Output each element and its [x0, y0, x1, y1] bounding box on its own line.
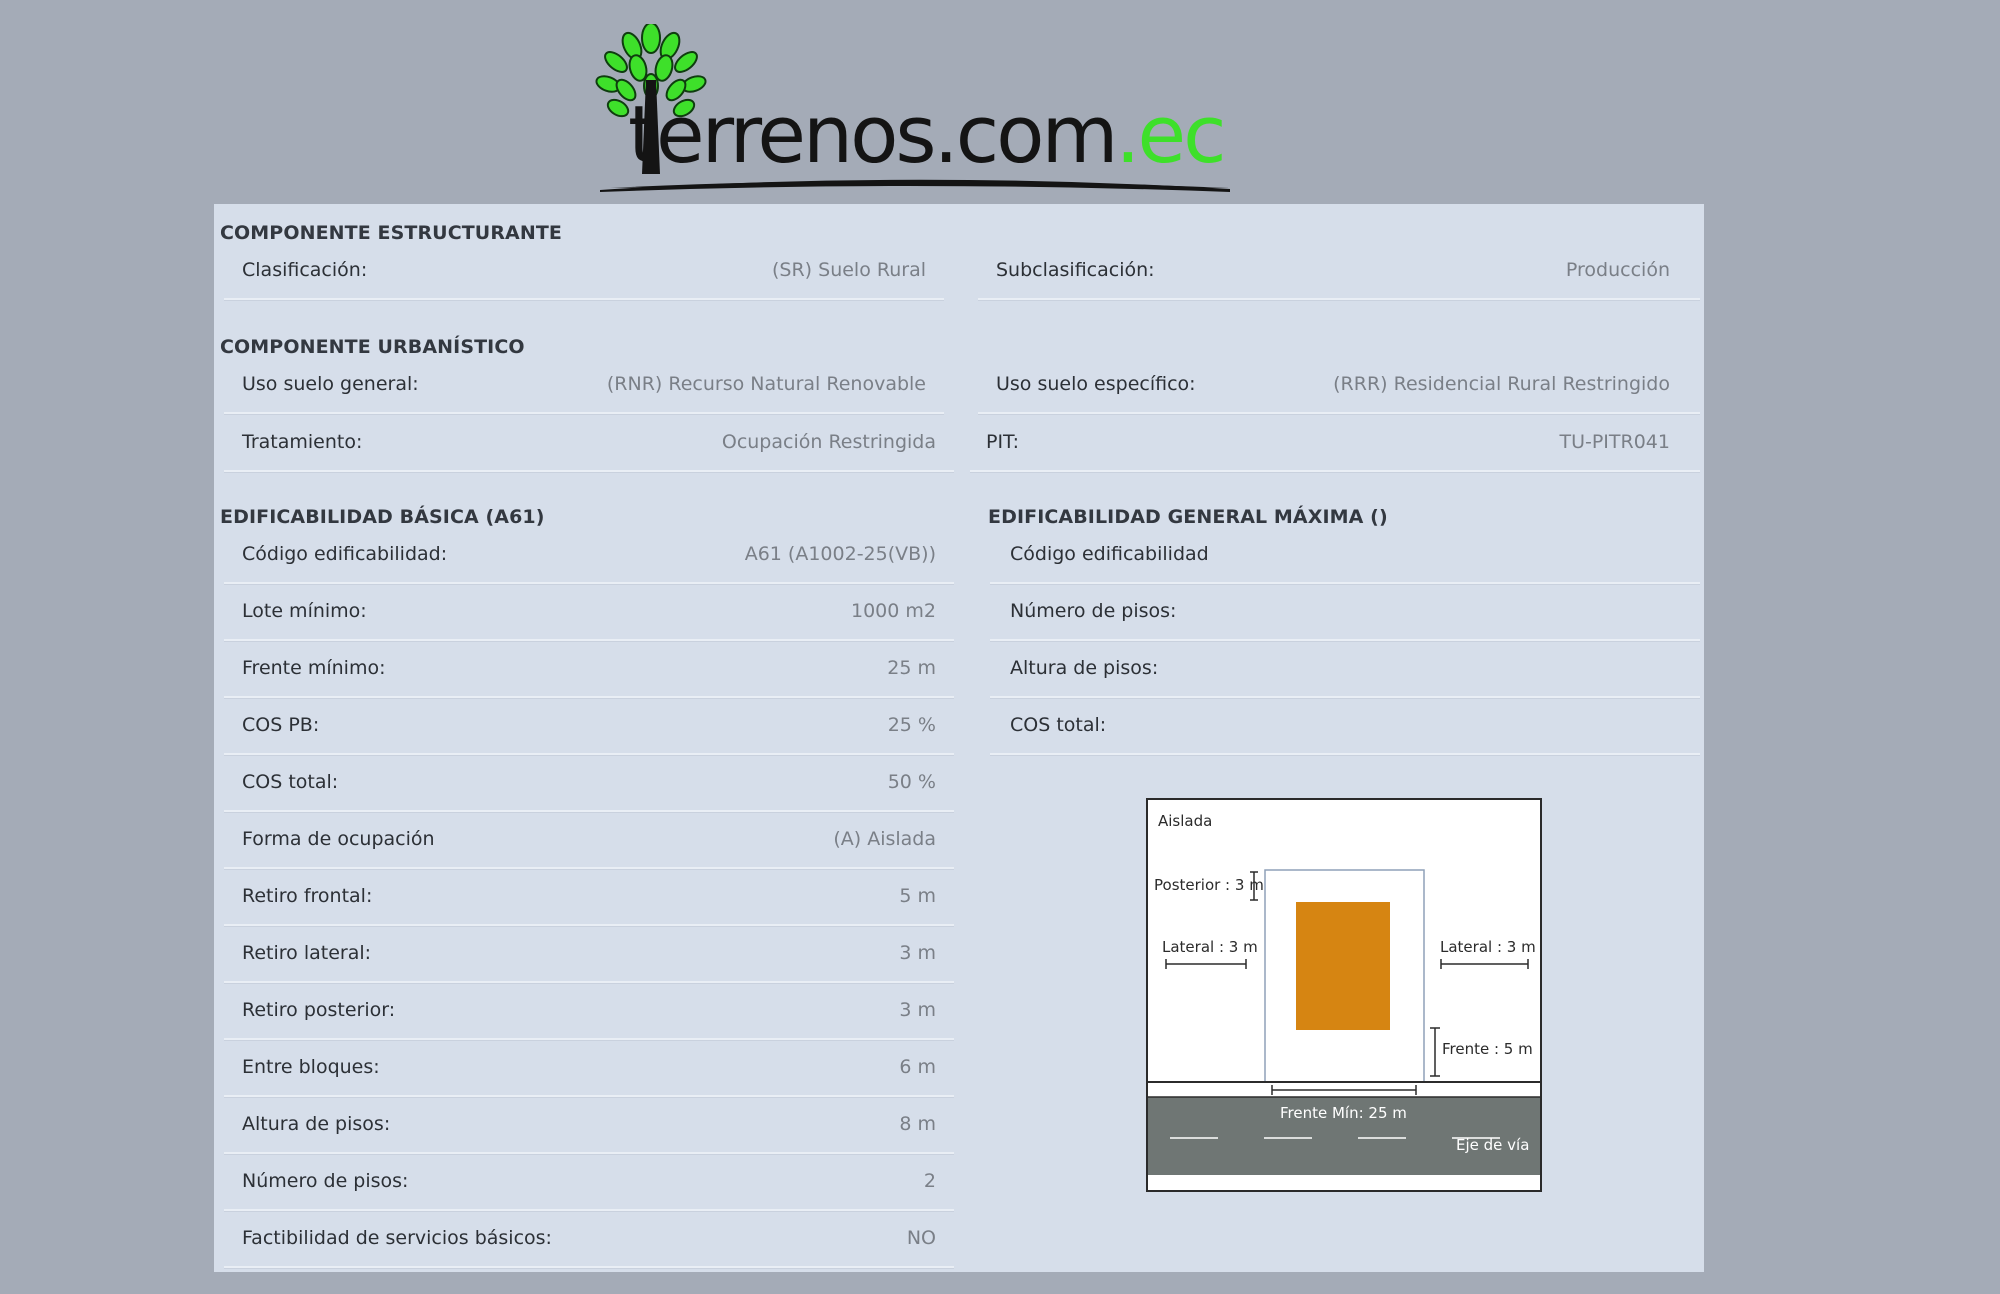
label-basica: Retiro posterior:: [242, 999, 396, 1021]
value-basica: 3 m: [899, 999, 936, 1021]
label-maxima: COS total:: [1010, 714, 1107, 736]
row-basica: Forma de ocupación (A) Aislada: [224, 811, 954, 869]
section-title-urbanistico: COMPONENTE URBANÍSTICO: [220, 336, 525, 358]
value-basica: A61 (A1002-25(VB)): [744, 543, 936, 565]
row-maxima: Número de pisos:: [990, 583, 1700, 641]
value-basica: (A) Aislada: [833, 828, 936, 850]
label-subclasificacion: Subclasificación:: [996, 259, 1155, 281]
row-tratamiento: Tratamiento: Ocupación Restringida: [224, 414, 954, 472]
label-basica: Forma de ocupación: [242, 828, 435, 850]
label-basica: Frente mínimo:: [242, 657, 386, 679]
label-basica: COS total:: [242, 771, 339, 793]
value-uso-general: (RNR) Recurso Natural Renovable: [606, 373, 926, 395]
row-basica: Retiro frontal: 5 m: [224, 868, 954, 926]
value-basica: 6 m: [899, 1056, 936, 1078]
terrenos-logo[interactable]: terrenos.com.ec: [590, 24, 1230, 196]
eje-via-label: Eje de vía: [1456, 1136, 1530, 1154]
value-clasificacion: (SR) Suelo Rural: [772, 259, 926, 281]
row-uso-general: Uso suelo general: (RNR) Recurso Natural…: [224, 356, 944, 414]
row-basica: Código edificabilidad: A61 (A1002-25(VB)…: [224, 526, 954, 584]
value-uso-especifico: (RRR) Residencial Rural Restringido: [1333, 373, 1670, 395]
value-basica: NO: [906, 1227, 936, 1249]
row-basica: COS total: 50 %: [224, 754, 954, 812]
building-footprint: [1296, 902, 1390, 1030]
zoning-info-panel: COMPONENTE ESTRUCTURANTE Clasificación: …: [214, 204, 1704, 1272]
label-tratamiento: Tratamiento:: [242, 431, 363, 453]
label-basica: COS PB:: [242, 714, 320, 736]
label-basica: Factibilidad de servicios básicos:: [242, 1227, 552, 1249]
value-basica: 25 m: [887, 657, 936, 679]
label-basica: Entre bloques:: [242, 1056, 380, 1078]
frente-min-dimension: [1271, 1085, 1417, 1095]
row-basica: Factibilidad de servicios básicos: NO: [224, 1210, 954, 1268]
row-maxima: Altura de pisos:: [990, 640, 1700, 698]
label-basica: Número de pisos:: [242, 1170, 409, 1192]
section-title-estructurante: COMPONENTE ESTRUCTURANTE: [220, 222, 563, 244]
row-clasificacion: Clasificación: (SR) Suelo Rural: [224, 242, 944, 300]
value-basica: 1000 m2: [851, 600, 936, 622]
value-tratamiento: Ocupación Restringida: [721, 431, 936, 453]
row-basica: Número de pisos: 2: [224, 1153, 954, 1211]
lateral-left-label: Lateral : 3 m: [1162, 938, 1258, 956]
label-uso-general: Uso suelo general:: [242, 373, 419, 395]
value-basica: 8 m: [899, 1113, 936, 1135]
label-maxima: Código edificabilidad: [1010, 543, 1209, 565]
label-clasificacion: Clasificación:: [242, 259, 368, 281]
row-maxima: COS total:: [990, 697, 1700, 755]
label-basica: Código edificabilidad:: [242, 543, 448, 565]
frente-min-label: Frente Mín: 25 m: [1280, 1104, 1407, 1122]
label-basica: Retiro lateral:: [242, 942, 372, 964]
row-pit: PIT: TU-PITR041: [970, 414, 1700, 472]
lateral-left-dimension: [1165, 959, 1247, 969]
label-basica: Altura de pisos:: [242, 1113, 391, 1135]
lateral-right-dimension: [1440, 959, 1529, 969]
logo-text-tld: .ec: [1115, 89, 1226, 181]
section-title-maxima: EDIFICABILIDAD GENERAL MÁXIMA (): [988, 506, 1388, 528]
frente-label: Frente : 5 m: [1442, 1040, 1533, 1058]
row-basica: Retiro lateral: 3 m: [224, 925, 954, 983]
row-basica: Frente mínimo: 25 m: [224, 640, 954, 698]
label-pit: PIT:: [986, 431, 1019, 453]
setback-drawing: [1148, 869, 1540, 1175]
row-basica: Retiro posterior: 3 m: [224, 982, 954, 1040]
value-pit: TU-PITR041: [1559, 431, 1670, 453]
value-basica: 5 m: [899, 885, 936, 907]
label-basica: Retiro frontal:: [242, 885, 373, 907]
value-basica: 3 m: [899, 942, 936, 964]
lateral-right-label: Lateral : 3 m: [1440, 938, 1536, 956]
row-maxima: Código edificabilidad: [990, 526, 1700, 584]
row-basica: Entre bloques: 6 m: [224, 1039, 954, 1097]
value-basica: 50 %: [887, 771, 936, 793]
row-basica: Lote mínimo: 1000 m2: [224, 583, 954, 641]
logo-text-main: terrenos.com: [628, 89, 1118, 181]
row-basica: COS PB: 25 %: [224, 697, 954, 755]
setback-diagram: Aislada Posterior: 3 m Lateral: 3 m La…: [1146, 798, 1542, 1192]
label-basica: Lote mínimo:: [242, 600, 367, 622]
value-basica: 25 %: [887, 714, 936, 736]
row-uso-especifico: Uso suelo específico: (RRR) Residencial …: [978, 356, 1700, 414]
row-basica: Altura de pisos: 8 m: [224, 1096, 954, 1154]
posterior-label: Posterior : 3 m: [1154, 876, 1264, 894]
label-maxima: Número de pisos:: [1010, 600, 1177, 622]
value-subclasificacion: Producción: [1565, 259, 1670, 281]
logo-text: terrenos.com.ec: [628, 96, 1227, 175]
value-basica: 2: [923, 1170, 936, 1192]
row-subclasificacion: Subclasificación: Producción: [978, 242, 1700, 300]
frente-dimension: [1430, 1027, 1440, 1077]
label-maxima: Altura de pisos:: [1010, 657, 1159, 679]
label-uso-especifico: Uso suelo específico:: [996, 373, 1196, 395]
section-title-basica: EDIFICABILIDAD BÁSICA (A61): [220, 506, 545, 528]
